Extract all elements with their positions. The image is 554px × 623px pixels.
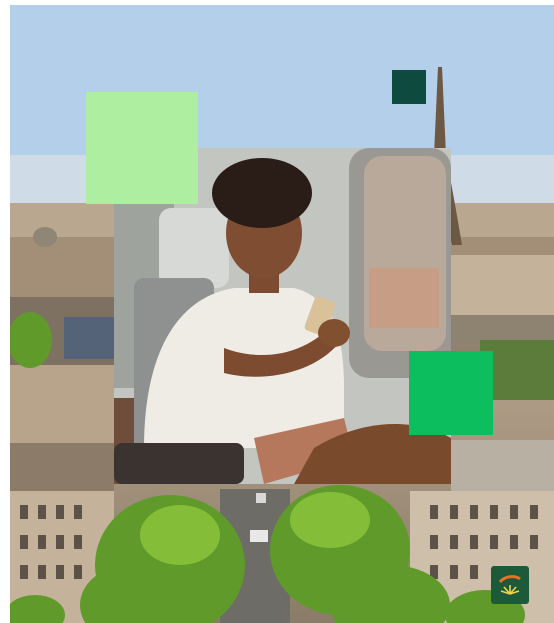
decorative-square-green	[409, 351, 493, 435]
hero-visual	[0, 0, 554, 623]
brand-logo-icon	[491, 566, 529, 604]
decorative-square-dark-green	[392, 70, 426, 104]
decorative-square-light-green	[86, 92, 198, 204]
